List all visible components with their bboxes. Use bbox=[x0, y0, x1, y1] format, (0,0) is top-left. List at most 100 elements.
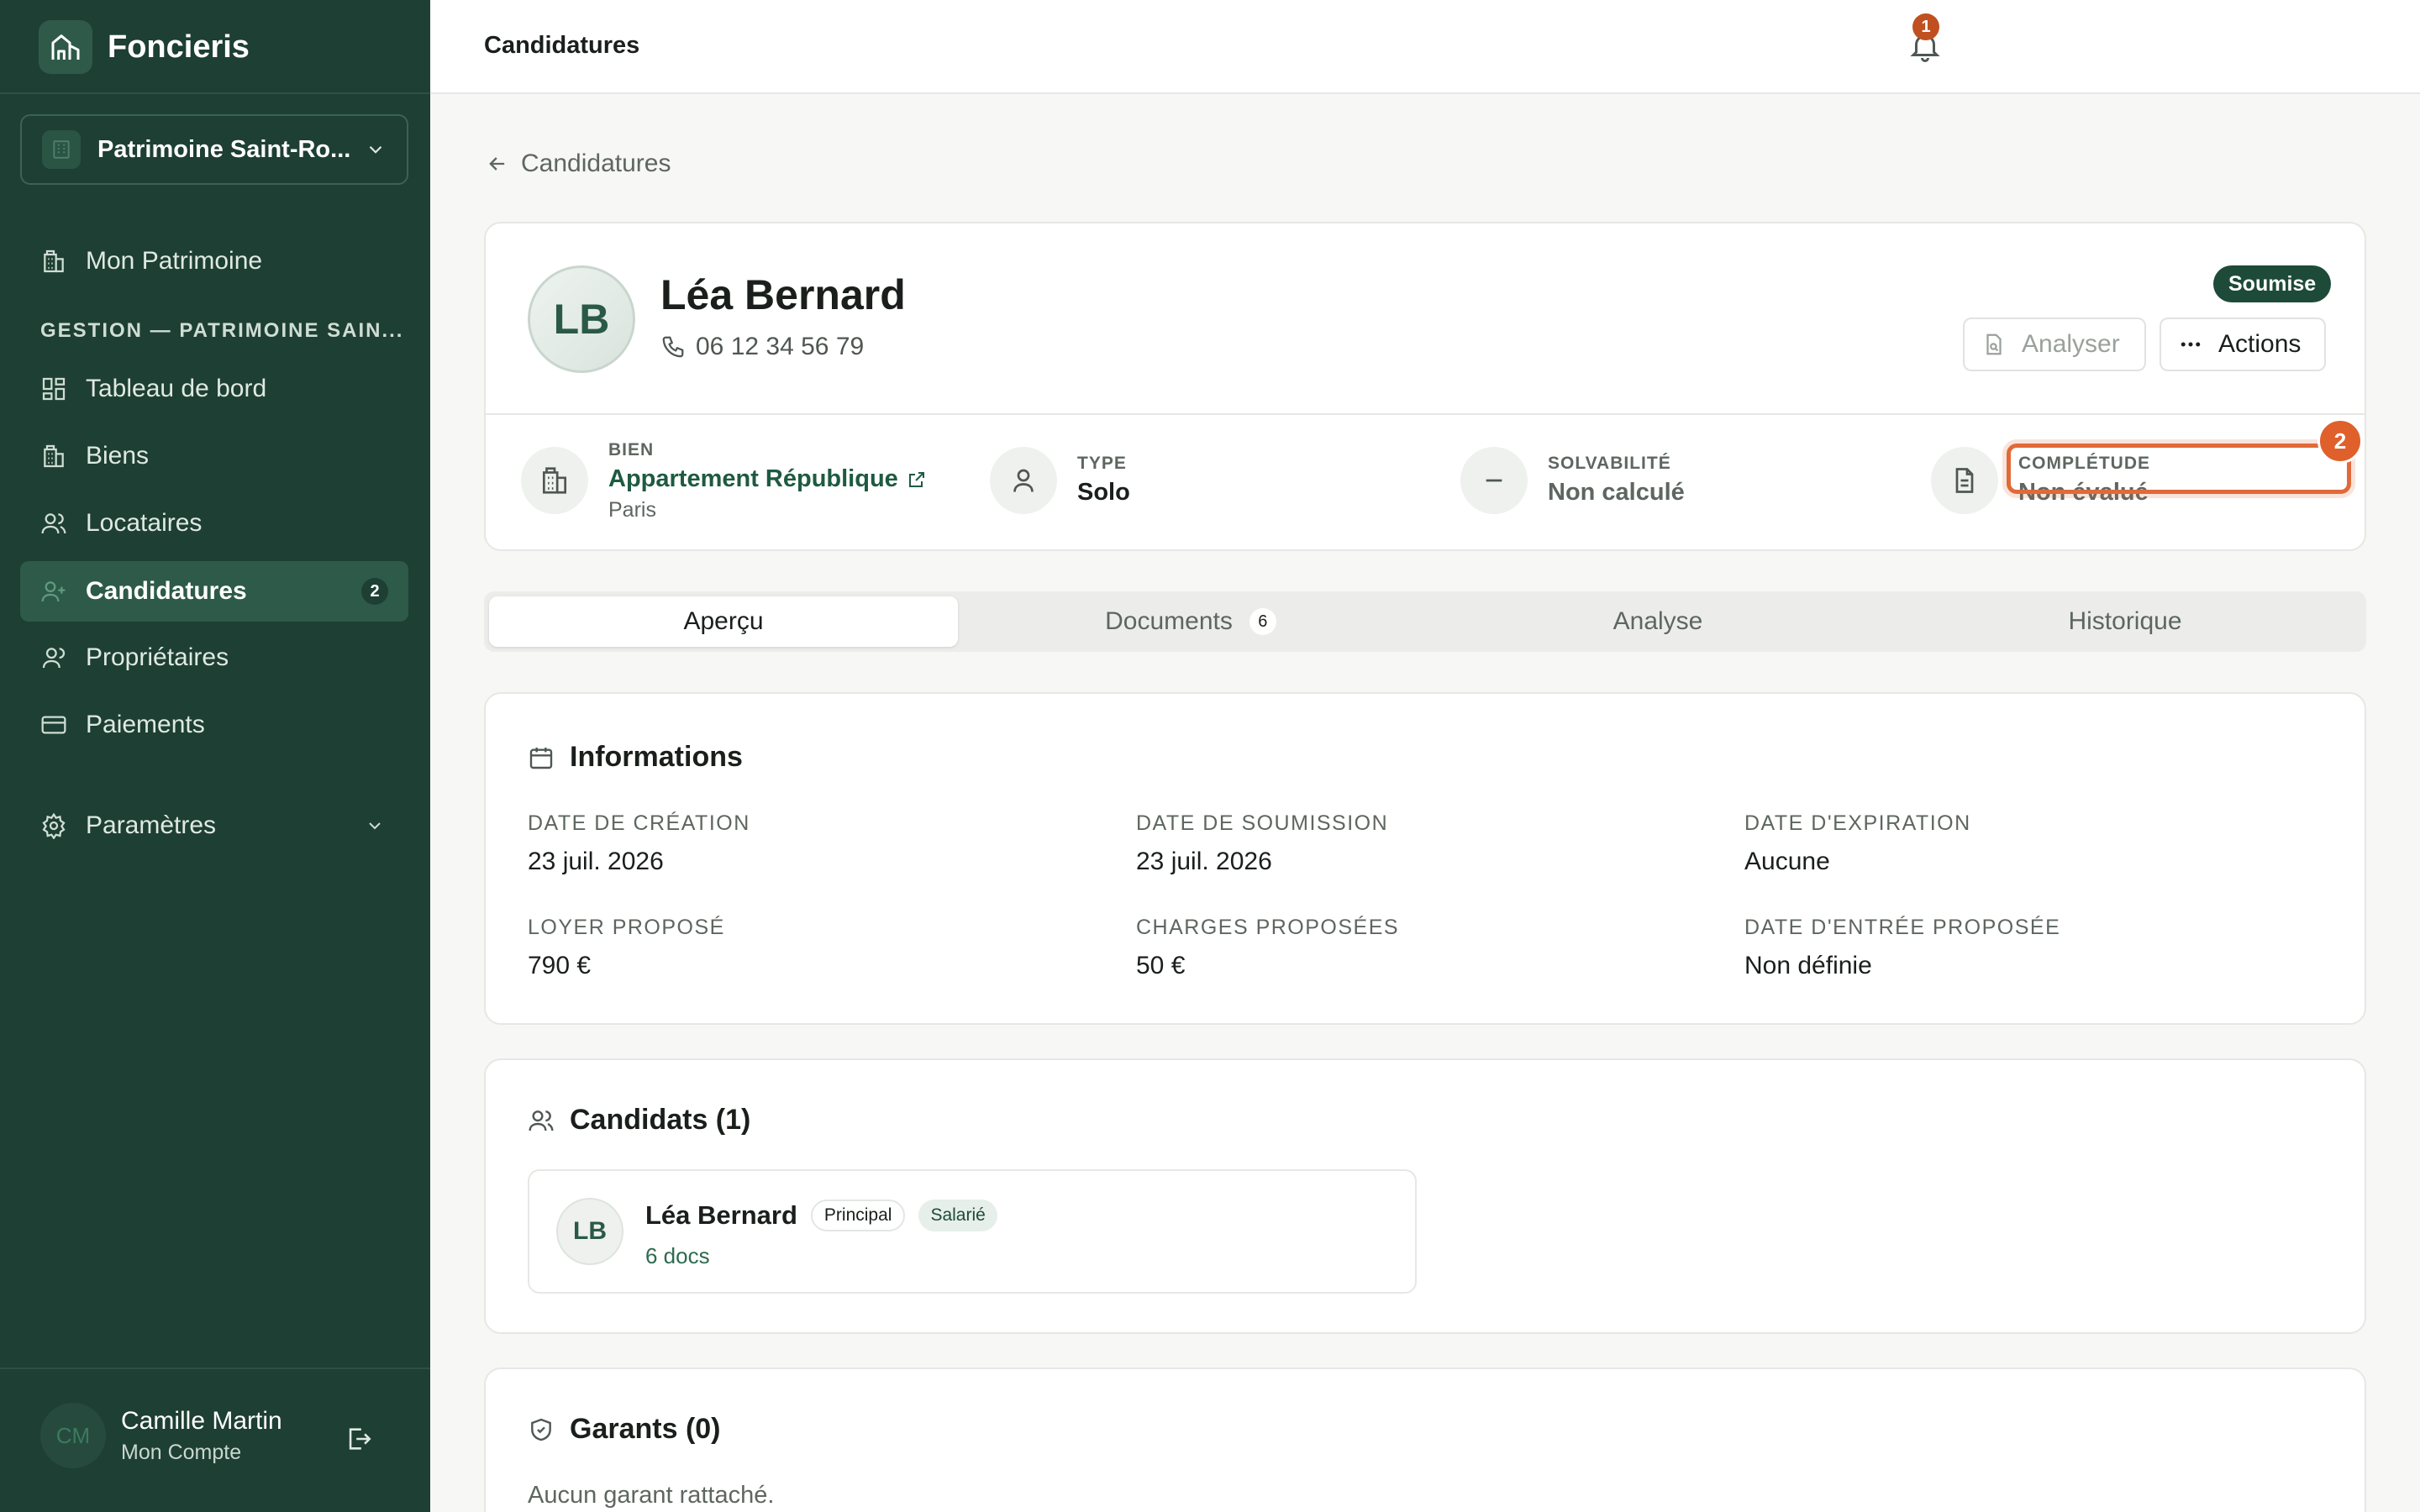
tab-label: Historique bbox=[2068, 607, 2182, 635]
field-value: 790 € bbox=[528, 952, 592, 979]
analyser-button[interactable]: Analyser bbox=[1963, 318, 2146, 371]
tab-analyse[interactable]: Analyse bbox=[1423, 596, 1892, 647]
tab-label: Documents bbox=[1105, 607, 1233, 635]
user-profile[interactable]: CM Camille Martin Mon Compte bbox=[40, 1403, 282, 1468]
topbar: Candidatures bbox=[430, 0, 2420, 94]
sidebar-item-locataires[interactable]: Locataires bbox=[20, 493, 408, 554]
arrow-left-icon bbox=[489, 157, 505, 171]
candidate-header-card: LB Léa Bernard 06 12 34 56 79 Soumise An… bbox=[484, 222, 2366, 551]
field-label: DATE D'EXPIRATION bbox=[1744, 811, 1971, 835]
tab-apercu[interactable]: Aperçu bbox=[489, 596, 958, 647]
patrimoine-selector[interactable]: Patrimoine Saint-Ro... bbox=[20, 114, 408, 185]
sidebar-item-proprietaires[interactable]: Propriétaires bbox=[20, 627, 408, 688]
sidebar-item-paiements[interactable]: Paiements bbox=[20, 695, 408, 755]
actions-button[interactable]: Actions bbox=[2160, 318, 2326, 371]
stat-label: SOLVABILITÉ bbox=[1548, 454, 1671, 473]
field-label: DATE D'ENTRÉE PROPOSÉE bbox=[1744, 916, 2061, 939]
gear-icon bbox=[39, 811, 69, 841]
sidebar-item-label: Biens bbox=[86, 442, 150, 470]
informations-card: Informations DATE DE CRÉATION 23 juil. 2… bbox=[484, 692, 2366, 1025]
sidebar-item-label: Mon Patrimoine bbox=[86, 247, 263, 275]
stat-bien: BIEN Appartement République Paris bbox=[521, 440, 927, 522]
candidate-item-name: Léa Bernard bbox=[645, 1200, 797, 1230]
sidebar-item-label: Paramètres bbox=[86, 811, 217, 839]
field-date-creation: DATE DE CRÉATION 23 juil. 2026 bbox=[528, 811, 750, 876]
sidebar-item-label: Paiements bbox=[86, 711, 205, 738]
brand-logo-icon bbox=[39, 20, 92, 74]
user-subtitle: Mon Compte bbox=[121, 1440, 242, 1464]
avatar: LB bbox=[528, 265, 635, 373]
card-title-label: Informations bbox=[570, 741, 743, 773]
more-icon bbox=[2181, 342, 2201, 347]
stat-value: Solo bbox=[1077, 479, 1130, 506]
field-loyer: LOYER PROPOSÉ 790 € bbox=[528, 916, 725, 980]
avatar: LB bbox=[556, 1198, 623, 1265]
candidats-card: Candidats (1) LB Léa Bernard Principal S… bbox=[484, 1058, 2366, 1334]
sidebar-divider bbox=[0, 92, 430, 94]
building-icon bbox=[39, 441, 69, 471]
property-link[interactable]: Appartement République bbox=[608, 465, 927, 493]
field-label: CHARGES PROPOSÉES bbox=[1136, 916, 1400, 939]
property-city: Paris bbox=[608, 498, 656, 522]
tab-label: Analyse bbox=[1612, 607, 1703, 635]
building-icon bbox=[42, 130, 81, 169]
candidate-item-docs: 6 docs bbox=[645, 1243, 710, 1268]
sidebar-item-candidatures[interactable]: Candidatures 2 bbox=[20, 561, 408, 622]
sidebar-item-mon-patrimoine[interactable]: Mon Patrimoine bbox=[20, 231, 408, 291]
sidebar-item-label: Propriétaires bbox=[86, 643, 229, 671]
property-name: Appartement République bbox=[608, 465, 898, 492]
stat-solvabilite: SOLVABILITÉ Non calculé bbox=[1460, 447, 1685, 514]
tab-bar: Aperçu Documents 6 Analyse Historique bbox=[484, 591, 2366, 652]
field-date-soumission: DATE DE SOUMISSION 23 juil. 2026 bbox=[1136, 811, 1388, 876]
field-value: 23 juil. 2026 bbox=[1136, 848, 1272, 875]
field-date-expiration: DATE D'EXPIRATION Aucune bbox=[1744, 811, 1971, 876]
sidebar: Foncieris Patrimoine Saint-Ro... Mon Pat… bbox=[0, 0, 430, 1512]
user-name: Camille Martin bbox=[121, 1406, 282, 1435]
highlight-badge: 2 bbox=[2317, 418, 2363, 464]
sidebar-divider bbox=[0, 1368, 430, 1369]
back-link-label: Candidatures bbox=[521, 150, 671, 177]
user-icon bbox=[39, 643, 69, 673]
card-title-label: Candidats (1) bbox=[570, 1104, 751, 1136]
field-value: Non définie bbox=[1744, 952, 1872, 979]
field-value: 23 juil. 2026 bbox=[528, 848, 664, 875]
actions-label: Actions bbox=[2218, 330, 2302, 358]
document-search-icon bbox=[1986, 333, 2002, 355]
candidate-name: Léa Bernard bbox=[660, 271, 906, 318]
dashboard-icon bbox=[39, 374, 69, 404]
sidebar-item-biens[interactable]: Biens bbox=[20, 426, 408, 486]
sidebar-item-label: Candidatures bbox=[86, 577, 247, 605]
field-label: LOYER PROPOSÉ bbox=[528, 916, 725, 939]
stat-type: TYPE Solo bbox=[990, 447, 1130, 514]
card-title: Informations bbox=[528, 741, 743, 774]
sidebar-item-parametres[interactable]: Paramètres bbox=[20, 795, 408, 856]
field-value: 50 € bbox=[1136, 952, 1186, 979]
field-date-entree: DATE D'ENTRÉE PROPOSÉE Non définie bbox=[1744, 916, 2060, 980]
tab-documents[interactable]: Documents 6 bbox=[956, 596, 1425, 647]
logout-icon[interactable] bbox=[345, 1425, 373, 1457]
stat-label: BIEN bbox=[608, 440, 655, 459]
chevron-down-icon bbox=[369, 822, 381, 830]
empty-state: Aucun garant rattaché. bbox=[528, 1482, 775, 1509]
back-link[interactable]: Candidatures bbox=[486, 150, 671, 178]
status-badge: Soumise bbox=[2213, 265, 2332, 302]
sidebar-item-tableau-de-bord[interactable]: Tableau de bord bbox=[20, 359, 408, 419]
tag-salarie: Salarié bbox=[918, 1200, 997, 1231]
tab-label: Aperçu bbox=[683, 607, 764, 635]
sidebar-item-label: Locataires bbox=[86, 509, 203, 537]
field-value: Aucune bbox=[1744, 848, 1830, 875]
candidate-item[interactable]: LB Léa Bernard Principal Salarié 6 docs bbox=[528, 1169, 1417, 1294]
tab-historique[interactable]: Historique bbox=[1891, 596, 2360, 647]
building-icon bbox=[521, 447, 588, 514]
dash-icon bbox=[1460, 447, 1528, 514]
user-icon bbox=[990, 447, 1057, 514]
calendar-icon bbox=[529, 747, 553, 769]
phone-number: 06 12 34 56 79 bbox=[696, 333, 865, 360]
avatar: CM bbox=[40, 1403, 106, 1468]
candidate-phone[interactable]: 06 12 34 56 79 bbox=[660, 333, 864, 361]
section-label: GESTION — PATRIMOINE SAIN... bbox=[40, 319, 404, 342]
page-title: Candidatures bbox=[484, 32, 640, 59]
building-icon bbox=[39, 246, 69, 276]
field-label: DATE DE CRÉATION bbox=[528, 811, 750, 835]
brand[interactable]: Foncieris bbox=[39, 20, 250, 74]
